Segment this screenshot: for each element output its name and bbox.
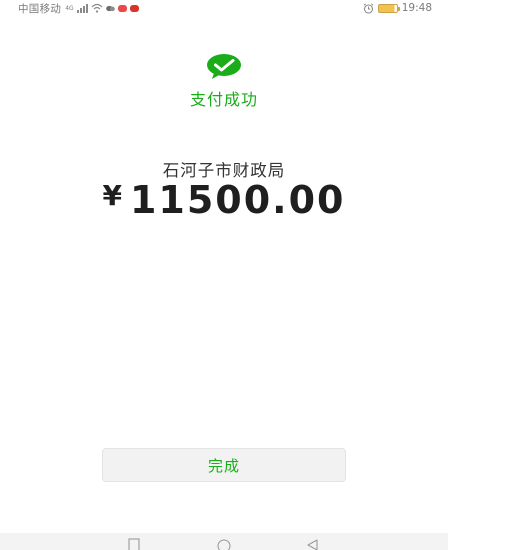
recent-apps-button[interactable] [124, 537, 144, 550]
status-right-group: 19:48 [363, 0, 432, 16]
circle-home-icon [217, 539, 231, 550]
payment-amount: 11500.00 [129, 178, 346, 222]
currency-symbol: ¥ [102, 179, 122, 212]
home-button[interactable] [214, 537, 234, 550]
payment-status-title: 支付成功 [189, 90, 258, 109]
wifi-icon [91, 3, 103, 13]
status-bar: 中国移动 4G 19:48 [0, 0, 448, 16]
triangle-back-icon [307, 539, 318, 550]
navigation-bar [0, 533, 448, 550]
done-button[interactable]: 完成 [102, 448, 346, 482]
battery-icon [377, 3, 400, 13]
network-type-label: 4G [65, 4, 74, 12]
status-left-group: 中国移动 4G [18, 0, 139, 16]
square-recent-icon [128, 538, 140, 550]
wechat-notification-icon [105, 5, 115, 11]
wechat-pay-check-icon [207, 54, 241, 79]
signal-strength-icon [76, 3, 88, 13]
back-button[interactable] [302, 537, 322, 550]
carrier-name: 中国移动 [18, 2, 62, 15]
status-time: 19:48 [401, 2, 432, 14]
alarm-icon [363, 2, 374, 14]
amount-row: ¥11500.00 [0, 178, 448, 222]
payment-success-screen: 中国移动 4G 19:48 支付成功 石河子市财政局 ¥ 11500.00 完成 [0, 0, 518, 550]
app-notification-icon [129, 4, 139, 12]
message-notification-icon [117, 4, 127, 12]
